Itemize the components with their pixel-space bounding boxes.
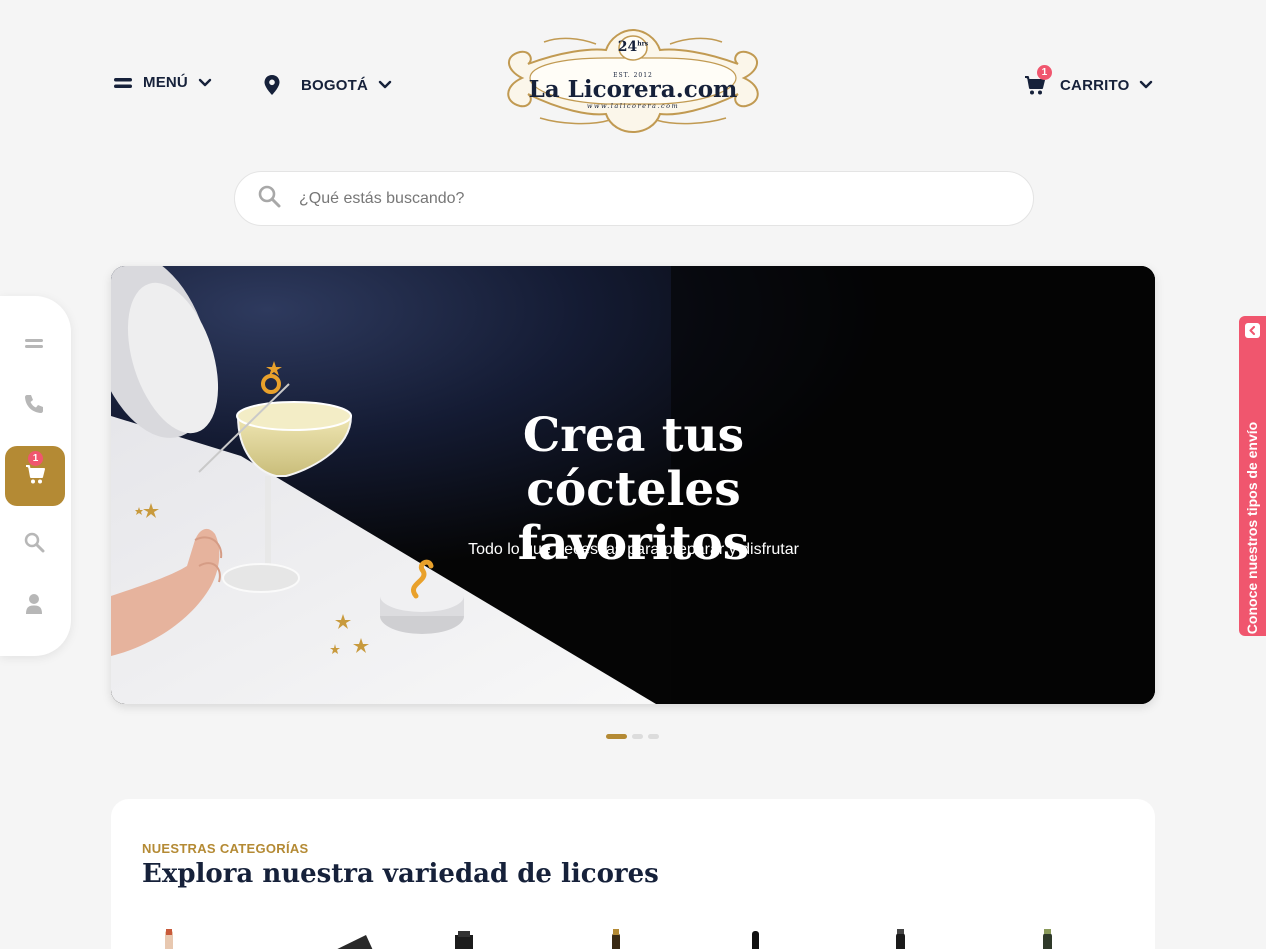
location-pin-icon <box>263 74 281 96</box>
category-bottle-image[interactable] <box>601 927 631 949</box>
category-bottle-image[interactable] <box>741 927 771 949</box>
hero-title-line1: Crea tus cócteles <box>522 408 745 517</box>
hero-banner[interactable]: Crea tus cócteles favoritos Todo lo que … <box>111 266 1155 704</box>
categories-title: Explora nuestra variedad de licores <box>142 859 659 889</box>
logo-url: www.lalicorera.com <box>586 102 680 110</box>
search-input[interactable] <box>299 189 959 208</box>
chevron-down-icon <box>1139 80 1153 90</box>
chevron-left-icon <box>1245 323 1260 338</box>
cart-button[interactable]: 1 CARRITO <box>1024 65 1153 96</box>
search-bar[interactable] <box>234 171 1034 226</box>
rail-cart-button[interactable]: 1 <box>5 446 65 506</box>
shipping-types-label: Conoce nuestros tipos de envío <box>1244 421 1260 635</box>
cart-icon <box>24 463 46 490</box>
carousel-dots <box>606 734 659 739</box>
category-bottle-image[interactable] <box>155 927 185 949</box>
category-bottle-image[interactable] <box>1033 927 1063 949</box>
rail-menu-button[interactable] <box>14 326 54 366</box>
city-selector[interactable]: BOGOTÁ <box>263 74 392 96</box>
cart-icon: 1 <box>1024 65 1052 96</box>
hero-subtitle: Todo lo que necesitas para preparar y di… <box>468 541 799 558</box>
rail-phone-button[interactable] <box>14 386 54 426</box>
logo-badge-suffix: hrs <box>637 40 649 48</box>
cart-count-badge: 1 <box>1037 65 1052 80</box>
logo-badge: 24 <box>617 39 638 55</box>
city-label: BOGOTÁ <box>301 76 369 94</box>
category-bottle-image[interactable] <box>886 927 916 949</box>
logo-name: La Licorera.com <box>528 76 738 103</box>
category-bottle-image[interactable] <box>449 927 479 949</box>
phone-icon <box>23 393 45 420</box>
chevron-down-icon <box>198 78 212 88</box>
hamburger-icon <box>113 76 133 90</box>
user-icon <box>24 593 44 620</box>
search-icon <box>23 531 45 558</box>
categories-eyebrow: NUESTRAS CATEGORÍAS <box>142 841 309 856</box>
cart-label: CARRITO <box>1060 76 1130 94</box>
menu-button[interactable]: MENÚ <box>113 74 212 91</box>
carousel-dot[interactable] <box>632 734 643 739</box>
categories-section: NUESTRAS CATEGORÍAS Explora nuestra vari… <box>111 799 1155 949</box>
menu-icon <box>24 337 44 355</box>
carousel-dot[interactable] <box>648 734 659 739</box>
site-logo[interactable]: 24hrs EST. 2012 La Licorera.com www.lali… <box>500 28 766 134</box>
carousel-dot[interactable] <box>606 734 627 739</box>
side-rail: 1 <box>0 296 71 656</box>
menu-label: MENÚ <box>143 74 188 91</box>
rail-cart-count-badge: 1 <box>28 451 43 466</box>
shipping-types-tab[interactable]: Conoce nuestros tipos de envío <box>1239 316 1266 636</box>
category-bottle-image[interactable] <box>306 927 376 949</box>
rail-account-button[interactable] <box>14 586 54 626</box>
search-icon[interactable] <box>257 184 281 213</box>
rail-search-button[interactable] <box>14 524 54 564</box>
chevron-down-icon <box>378 80 392 90</box>
